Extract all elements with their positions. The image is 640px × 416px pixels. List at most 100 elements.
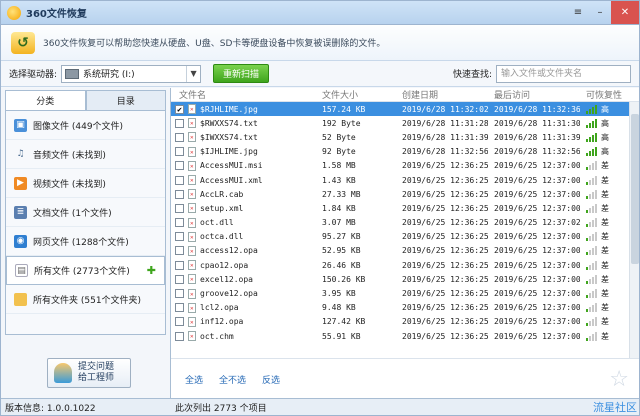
tab-directory[interactable]: 目录	[85, 90, 166, 110]
submit-issue-button[interactable]: 提交问题 给工程师	[47, 358, 131, 388]
table-row[interactable]: $IWXXS74.txt 52 Byte 2019/6/28 11:31:39 201…	[171, 130, 639, 144]
close-button[interactable]: ✕	[611, 1, 639, 24]
column-header-created[interactable]: 创建日期	[396, 88, 488, 101]
row-checkbox[interactable]	[175, 274, 184, 284]
row-checkbox[interactable]	[175, 132, 184, 142]
cell-created: 2019/6/25 12:36:25	[402, 175, 488, 185]
row-checkbox[interactable]	[175, 118, 184, 128]
table-row[interactable]: oct.chm 55.91 KB 2019/6/25 12:36:25 2019/6/…	[171, 329, 639, 343]
item-count: 此次列出 2773 个项目	[175, 403, 267, 414]
image-icon: ▣	[14, 118, 27, 132]
signal-bars-icon	[586, 303, 598, 313]
table-row[interactable]: cpao12.opa 26.46 KB 2019/6/25 12:36:25 2019…	[171, 258, 639, 272]
table-row[interactable]: lcl2.opa 9.48 KB 2019/6/25 12:36:25 2019/6/…	[171, 301, 639, 315]
file-name: $RJHLIME.jpg	[200, 104, 258, 114]
cell-accessed: 2019/6/25 12:37:00	[494, 203, 580, 213]
row-checkbox[interactable]	[175, 175, 184, 185]
table-row[interactable]: excel12.opa 150.26 KB 2019/6/25 12:36:25 20…	[171, 272, 639, 286]
column-header-name[interactable]: 文件名	[171, 88, 316, 101]
toolbar: 选择驱动器: 系统研究 (I:) ▼ 重新扫描 快速查找:	[1, 61, 639, 87]
table-row[interactable]: AccLR.cab 27.33 MB 2019/6/25 12:36:25 2019/…	[171, 187, 639, 201]
row-checkbox[interactable]	[175, 289, 184, 299]
help-text: 提交问题 给工程师	[78, 362, 114, 384]
recoverability-value: 高	[601, 104, 609, 114]
cell-name: access12.opa	[171, 245, 316, 256]
table-row[interactable]: access12.opa 52.95 KB 2019/6/25 12:36:25 20…	[171, 244, 639, 258]
rescan-button[interactable]: 重新扫描	[213, 64, 270, 83]
menu-icon[interactable]: ≡	[567, 1, 589, 24]
recoverability-value: 高	[601, 132, 609, 142]
signal-bars-icon	[586, 218, 598, 228]
signal-bars-icon	[586, 189, 598, 199]
row-checkbox[interactable]	[175, 218, 184, 228]
table-row[interactable]: oct.dll 3.07 MB 2019/6/25 12:36:25 2019/6/2…	[171, 216, 639, 230]
column-header-recoverability[interactable]: 可恢复性	[580, 88, 639, 101]
chevron-down-icon[interactable]: ▼	[186, 65, 200, 82]
table-row[interactable]: AccessMUI.msi 1.58 MB 2019/6/25 12:36:25 20…	[171, 159, 639, 173]
cell-accessed: 2019/6/28 11:31:39	[494, 132, 580, 142]
table-row[interactable]: octca.dll 95.27 KB 2019/6/25 12:36:25 2019/…	[171, 230, 639, 244]
row-checkbox[interactable]	[175, 317, 184, 327]
table-row[interactable]: groove12.opa 3.95 KB 2019/6/25 12:36:25 201…	[171, 286, 639, 300]
drive-select[interactable]: 系统研究 (I:) ▼	[61, 64, 202, 83]
sidebar-item-label: 所有文件夹 (551个文件夹)	[33, 295, 142, 306]
table-body: ✔ $RJHLIME.jpg 157.24 KB 2019/6/28 11:32:02…	[171, 102, 639, 358]
cell-created: 2019/6/28 11:32:56	[402, 147, 488, 157]
minimize-button[interactable]: –	[589, 1, 611, 24]
row-checkbox[interactable]	[175, 189, 184, 199]
row-checkbox[interactable]	[175, 331, 184, 341]
sidebar-item-video[interactable]: ▶ 视频文件 (未找到)	[6, 169, 165, 198]
column-header-size[interactable]: 文件大小	[316, 88, 396, 101]
signal-bars-icon	[586, 147, 598, 157]
row-checkbox[interactable]	[175, 161, 184, 171]
selection-actions: 全选 全不选 反选 ☆	[171, 358, 639, 400]
table-row[interactable]: inf12.opa 127.42 KB 2019/6/25 12:36:25 2019…	[171, 315, 639, 329]
row-checkbox[interactable]	[175, 260, 184, 270]
sidebar-item-web[interactable]: ◉ 网页文件 (1288个文件)	[6, 227, 165, 256]
scrollbar-thumb[interactable]	[631, 114, 639, 264]
sidebar-item-images[interactable]: ▣ 图像文件 (449个文件)	[6, 111, 165, 140]
cell-accessed: 2019/6/25 12:37:00	[494, 274, 580, 284]
row-checkbox[interactable]	[175, 232, 184, 242]
cell-size: 150.26 KB	[322, 274, 366, 284]
cell-size: 55.91 KB	[322, 331, 361, 341]
select-none-link[interactable]: 全不选	[219, 373, 246, 386]
table-row[interactable]: $IJHLIME.jpg 92 Byte 2019/6/28 11:32:56 201…	[171, 145, 639, 159]
table-row[interactable]: setup.xml 1.84 KB 2019/6/25 12:36:25 2019/6…	[171, 201, 639, 215]
sidebar-item-label: 音频文件 (未找到)	[33, 150, 106, 161]
sidebar-item-label: 所有文件 (2773个文件)	[34, 267, 130, 277]
file-name: AccessMUI.msi	[200, 161, 263, 171]
recoverability-value: 差	[601, 203, 609, 213]
search-input[interactable]	[496, 64, 631, 83]
row-checkbox[interactable]: ✔	[175, 104, 184, 114]
row-checkbox[interactable]	[175, 303, 184, 313]
file-name: oct.chm	[200, 331, 234, 341]
row-checkbox[interactable]	[175, 203, 184, 213]
cell-created: 2019/6/28 11:31:39	[402, 132, 488, 142]
sidebar-item-label: 文档文件 (1个文件)	[33, 208, 112, 219]
deleted-file-icon	[188, 316, 196, 327]
cell-accessed: 2019/6/28 11:32:36	[494, 104, 580, 114]
table-row[interactable]: AccessMUI.xml 1.43 KB 2019/6/25 12:36:25 20…	[171, 173, 639, 187]
invert-selection-link[interactable]: 反选	[262, 373, 280, 386]
file-name: $IJHLIME.jpg	[200, 147, 258, 157]
sidebar-item-all-files[interactable]: ▤ 所有文件 (2773个文件) ✚	[6, 256, 165, 285]
file-name: excel12.opa	[200, 274, 253, 284]
tab-category[interactable]: 分类	[5, 90, 86, 110]
row-checkbox[interactable]	[175, 246, 184, 256]
table-row[interactable]: ✔ $RJHLIME.jpg 157.24 KB 2019/6/28 11:32:02…	[171, 102, 639, 117]
table-row[interactable]: $RWXXS74.txt 192 Byte 2019/6/28 11:31:28 20…	[171, 116, 639, 130]
banner-text: 360文件恢复可以帮助您快速从硬盘、U盘、SD卡等硬盘设备中恢复被误删除的文件。	[43, 39, 386, 49]
cell-name: lcl2.opa	[171, 302, 316, 313]
cell-size: 9.48 KB	[322, 303, 356, 313]
sidebar-item-all-folders[interactable]: 所有文件夹 (551个文件夹)	[6, 285, 165, 314]
select-all-link[interactable]: 全选	[185, 373, 203, 386]
sidebar-item-documents[interactable]: ≣ 文档文件 (1个文件)	[6, 198, 165, 227]
app-window: 360文件恢复 ≡ – ✕ ↺ 360文件恢复可以帮助您快速从硬盘、U盘、SD卡…	[0, 0, 640, 416]
sidebar-item-audio[interactable]: ♫ 音频文件 (未找到)	[6, 140, 165, 169]
scrollbar[interactable]	[629, 102, 639, 358]
column-header-accessed[interactable]: 最后访问	[488, 88, 580, 101]
file-name: cpao12.opa	[200, 260, 249, 270]
cell-size: 127.42 KB	[322, 317, 366, 327]
row-checkbox[interactable]	[175, 147, 184, 157]
